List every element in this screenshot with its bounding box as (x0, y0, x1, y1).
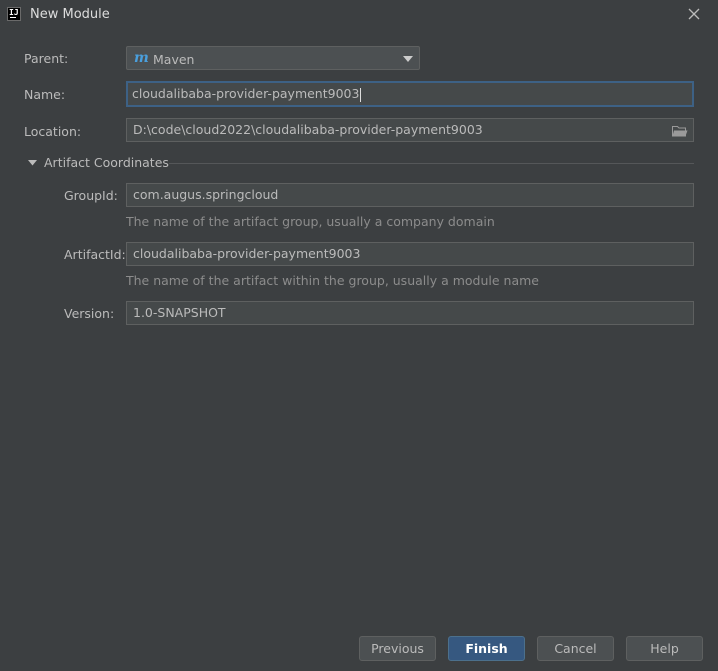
groupid-value: com.augus.springcloud (133, 187, 279, 202)
previous-button[interactable]: Previous (359, 636, 436, 661)
close-icon[interactable] (684, 4, 704, 24)
parent-label: Parent: (24, 51, 69, 66)
intellij-icon: IJ (7, 7, 21, 21)
artifactid-hint: The name of the artifact within the grou… (126, 273, 539, 288)
name-value: cloudalibaba-provider-payment9003 (132, 86, 360, 101)
version-field[interactable]: 1.0-SNAPSHOT (126, 301, 694, 325)
groupid-field[interactable]: com.augus.springcloud (126, 183, 694, 207)
section-divider (169, 163, 694, 164)
artifactid-field[interactable]: cloudalibaba-provider-payment9003 (126, 242, 694, 266)
name-field[interactable]: cloudalibaba-provider-payment9003 (126, 81, 694, 107)
finish-button[interactable]: Finish (448, 636, 525, 661)
artifactid-label: ArtifactId: (64, 247, 126, 262)
parent-value: Maven (153, 52, 195, 67)
text-caret (360, 87, 362, 102)
location-label: Location: (24, 124, 82, 139)
window-title: New Module (30, 7, 110, 22)
collapse-arrow-icon[interactable] (28, 158, 37, 167)
location-field[interactable]: D:\code\cloud2022\cloudalibaba-provider-… (126, 118, 694, 142)
chevron-down-icon (403, 56, 413, 62)
folder-icon[interactable] (672, 125, 688, 137)
parent-select[interactable]: m Maven (126, 46, 420, 70)
version-label: Version: (64, 306, 115, 321)
version-value: 1.0-SNAPSHOT (133, 305, 226, 320)
groupid-label: GroupId: (64, 188, 118, 203)
cancel-button[interactable]: Cancel (537, 636, 614, 661)
app-icon-text: IJ (9, 8, 19, 17)
help-button[interactable]: Help (626, 636, 703, 661)
artifact-section-title[interactable]: Artifact Coordinates (44, 155, 169, 170)
artifactid-value: cloudalibaba-provider-payment9003 (133, 246, 361, 261)
title-bar: IJ New Module (0, 0, 718, 30)
maven-icon: m (134, 50, 149, 66)
name-label: Name: (24, 87, 66, 102)
groupid-hint: The name of the artifact group, usually … (126, 214, 495, 229)
location-value: D:\code\cloud2022\cloudalibaba-provider-… (133, 122, 483, 137)
